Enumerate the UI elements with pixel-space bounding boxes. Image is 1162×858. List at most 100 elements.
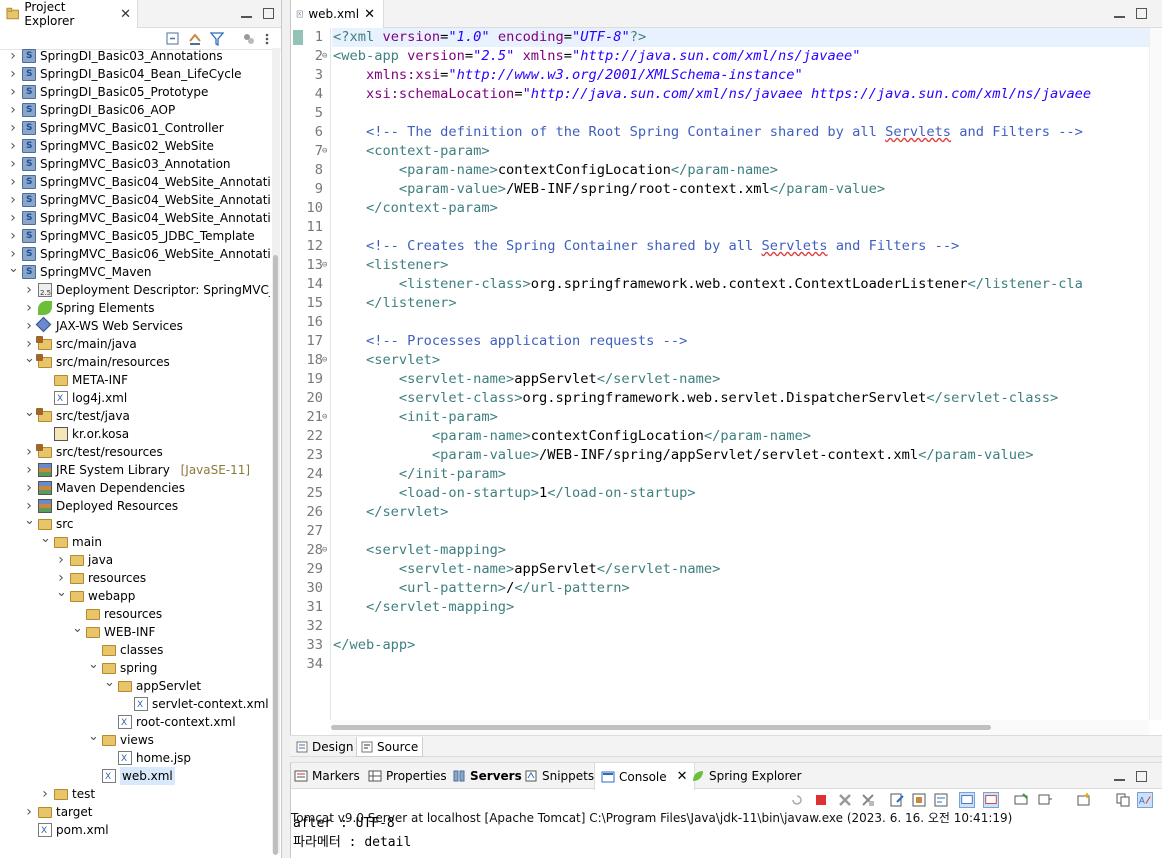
- tree-item[interactable]: › src/main/java: [0, 335, 270, 353]
- chevron-down-icon[interactable]: ⌄: [8, 260, 19, 278]
- fold-toggle-icon[interactable]: ⊖: [322, 541, 327, 560]
- tab-properties[interactable]: Properties: [368, 763, 447, 789]
- more-options-icon[interactable]: [259, 31, 275, 47]
- tree-item[interactable]: log4j.xml: [0, 389, 270, 408]
- code-line[interactable]: 5: [291, 104, 1149, 123]
- chevron-right-icon[interactable]: ›: [8, 83, 18, 101]
- code-line[interactable]: 11: [291, 218, 1149, 237]
- explorer-vertical-scrollbar[interactable]: [272, 48, 280, 855]
- chevron-down-icon[interactable]: ⌄: [88, 656, 99, 674]
- code-line[interactable]: 2 ⊖ <web-app version="2.5" xmlns="http://j…: [291, 47, 1149, 66]
- tree-item[interactable]: root-context.xml: [0, 713, 270, 732]
- chevron-right-icon[interactable]: ›: [40, 785, 50, 803]
- editor-horizontal-scrollbar[interactable]: [331, 720, 1149, 735]
- code-line[interactable]: 4 xsi:schemaLocation="http://java.sun.co…: [291, 85, 1149, 104]
- close-icon[interactable]: ✕: [364, 7, 375, 22]
- code-line[interactable]: 19 <servlet-name>appServlet</servlet-nam…: [291, 370, 1149, 389]
- tab-design[interactable]: Design: [292, 737, 357, 757]
- tree-item[interactable]: ⌄ appServlet: [0, 675, 270, 695]
- tree-item[interactable]: › SpringMVC_Basic04_WebSite_Annotation_: [0, 191, 270, 209]
- tree-item[interactable]: servlet-context.xml: [0, 695, 270, 714]
- open-console-icon[interactable]: [1076, 792, 1092, 808]
- chevron-down-icon[interactable]: ⌄: [40, 530, 51, 548]
- tree-item[interactable]: › target: [0, 803, 270, 821]
- tree-item[interactable]: › JAX-WS Web Services: [0, 316, 270, 335]
- tree-item[interactable]: ⌄ src/main/resources: [0, 350, 270, 371]
- ansi-color-icon[interactable]: A: [1137, 792, 1153, 808]
- code-line[interactable]: 29 <servlet-name>appServlet</servlet-nam…: [291, 560, 1149, 579]
- code-line[interactable]: 3 xmlns:xsi="http://www.w3.org/2001/XMLS…: [291, 66, 1149, 85]
- chevron-right-icon[interactable]: ›: [24, 803, 34, 821]
- chevron-right-icon[interactable]: ›: [8, 173, 18, 191]
- code-line[interactable]: 22 <param-name>contextConfigLocation</pa…: [291, 427, 1149, 446]
- chevron-right-icon[interactable]: ›: [8, 119, 18, 137]
- restart-icon[interactable]: [789, 792, 805, 808]
- tree-item[interactable]: › Maven Dependencies: [0, 479, 270, 497]
- close-icon[interactable]: ✕: [120, 7, 131, 22]
- remove-launch-icon[interactable]: [837, 792, 853, 808]
- tree-item[interactable]: › SpringDI_Basic03_Annotations: [0, 47, 270, 65]
- close-icon[interactable]: ✕: [677, 769, 688, 784]
- view-menu-icon[interactable]: [241, 31, 257, 47]
- code-line[interactable]: 23 <param-value>/WEB-INF/spring/appServl…: [291, 446, 1149, 465]
- chevron-right-icon[interactable]: ›: [8, 137, 18, 155]
- tree-item[interactable]: › SpringMVC_Basic03_Annotation: [0, 155, 270, 173]
- chevron-right-icon[interactable]: ›: [56, 551, 66, 569]
- tree-item[interactable]: ⌄ src/test/java: [0, 404, 270, 425]
- tree-item[interactable]: ›SpringMVC_Basic06_WebSite_Annotation_: [0, 245, 270, 263]
- console-output[interactable]: after : UTF-8 파라메터 : detail: [293, 816, 411, 852]
- chevron-down-icon[interactable]: ⌄: [24, 404, 35, 422]
- tree-item[interactable]: home.jsp: [0, 749, 270, 768]
- show-console-on-output-icon[interactable]: [959, 792, 975, 808]
- chevron-right-icon[interactable]: ›: [24, 479, 34, 497]
- chevron-down-icon[interactable]: ⌄: [72, 620, 83, 638]
- code-line[interactable]: 34: [291, 655, 1149, 674]
- code-line[interactable]: 24 </init-param>: [291, 465, 1149, 484]
- tab-servers[interactable]: Servers: [452, 763, 522, 789]
- tree-item[interactable]: › SpringMVC_Basic05_JDBC_Template: [0, 227, 270, 245]
- code-line[interactable]: 18 ⊖ <servlet>: [291, 351, 1149, 370]
- editor-vertical-scrollbar[interactable]: [1149, 28, 1162, 720]
- code-line[interactable]: 26 </servlet>: [291, 503, 1149, 522]
- fold-toggle-icon[interactable]: ⊖: [322, 142, 327, 161]
- clear-console-icon[interactable]: [889, 792, 905, 808]
- copy-icon[interactable]: [1115, 792, 1131, 808]
- maximize-icon[interactable]: [1136, 8, 1147, 19]
- editor-tab-web-xml[interactable]: X web.xml ✕: [291, 0, 384, 28]
- tree-item[interactable]: › src/test/resources: [0, 443, 270, 461]
- tree-item[interactable]: ⌄ WEB-INF: [0, 620, 270, 641]
- minimize-icon[interactable]: [1114, 773, 1125, 781]
- fold-toggle-icon[interactable]: ⊖: [322, 408, 327, 427]
- fold-toggle-icon[interactable]: ⊖: [322, 47, 327, 66]
- code-line[interactable]: 32: [291, 617, 1149, 636]
- code-line[interactable]: 31 </servlet-mapping>: [291, 598, 1149, 617]
- display-selected-console-icon[interactable]: [1037, 792, 1053, 808]
- tab-markers[interactable]: Markers: [294, 763, 360, 789]
- terminate-icon[interactable]: [813, 792, 829, 808]
- tab-source[interactable]: Source: [356, 737, 424, 757]
- code-line[interactable]: 6 <!-- The definition of the Root Spring…: [291, 123, 1149, 142]
- tree-item[interactable]: › SpringDI_Basic05_Prototype: [0, 83, 270, 101]
- tree-item[interactable]: › SpringMVC_Basic01_Controller: [0, 119, 270, 137]
- chevron-down-icon[interactable]: ⌄: [88, 728, 99, 746]
- code-line[interactable]: 14 <listener-class>org.springframework.w…: [291, 275, 1149, 294]
- fold-toggle-icon[interactable]: ⊖: [322, 351, 327, 370]
- code-line[interactable]: 10 </context-param>: [291, 199, 1149, 218]
- chevron-right-icon[interactable]: ›: [8, 191, 18, 209]
- code-line[interactable]: 28 ⊖ <servlet-mapping>: [291, 541, 1149, 560]
- tree-item[interactable]: › SpringDI_Basic06_AOP: [0, 101, 270, 119]
- chevron-right-icon[interactable]: ›: [8, 227, 18, 245]
- tree-item[interactable]: resources: [0, 605, 270, 623]
- link-with-editor-icon[interactable]: [187, 31, 203, 47]
- fold-toggle-icon[interactable]: ⊖: [322, 256, 327, 275]
- code-line[interactable]: 20 <servlet-class>org.springframework.we…: [291, 389, 1149, 408]
- scroll-lock-icon[interactable]: [911, 792, 927, 808]
- show-console-on-error-icon[interactable]: [983, 792, 999, 808]
- tree-item[interactable]: › test: [0, 785, 270, 803]
- code-line[interactable]: 30 <url-pattern>/</url-pattern>: [291, 579, 1149, 598]
- minimize-icon[interactable]: [241, 10, 252, 18]
- chevron-down-icon[interactable]: ⌄: [24, 350, 35, 368]
- tab-console[interactable]: Console ✕: [594, 763, 695, 790]
- code-line[interactable]: 21 ⊖ <init-param>: [291, 408, 1149, 427]
- chevron-right-icon[interactable]: ›: [24, 461, 34, 479]
